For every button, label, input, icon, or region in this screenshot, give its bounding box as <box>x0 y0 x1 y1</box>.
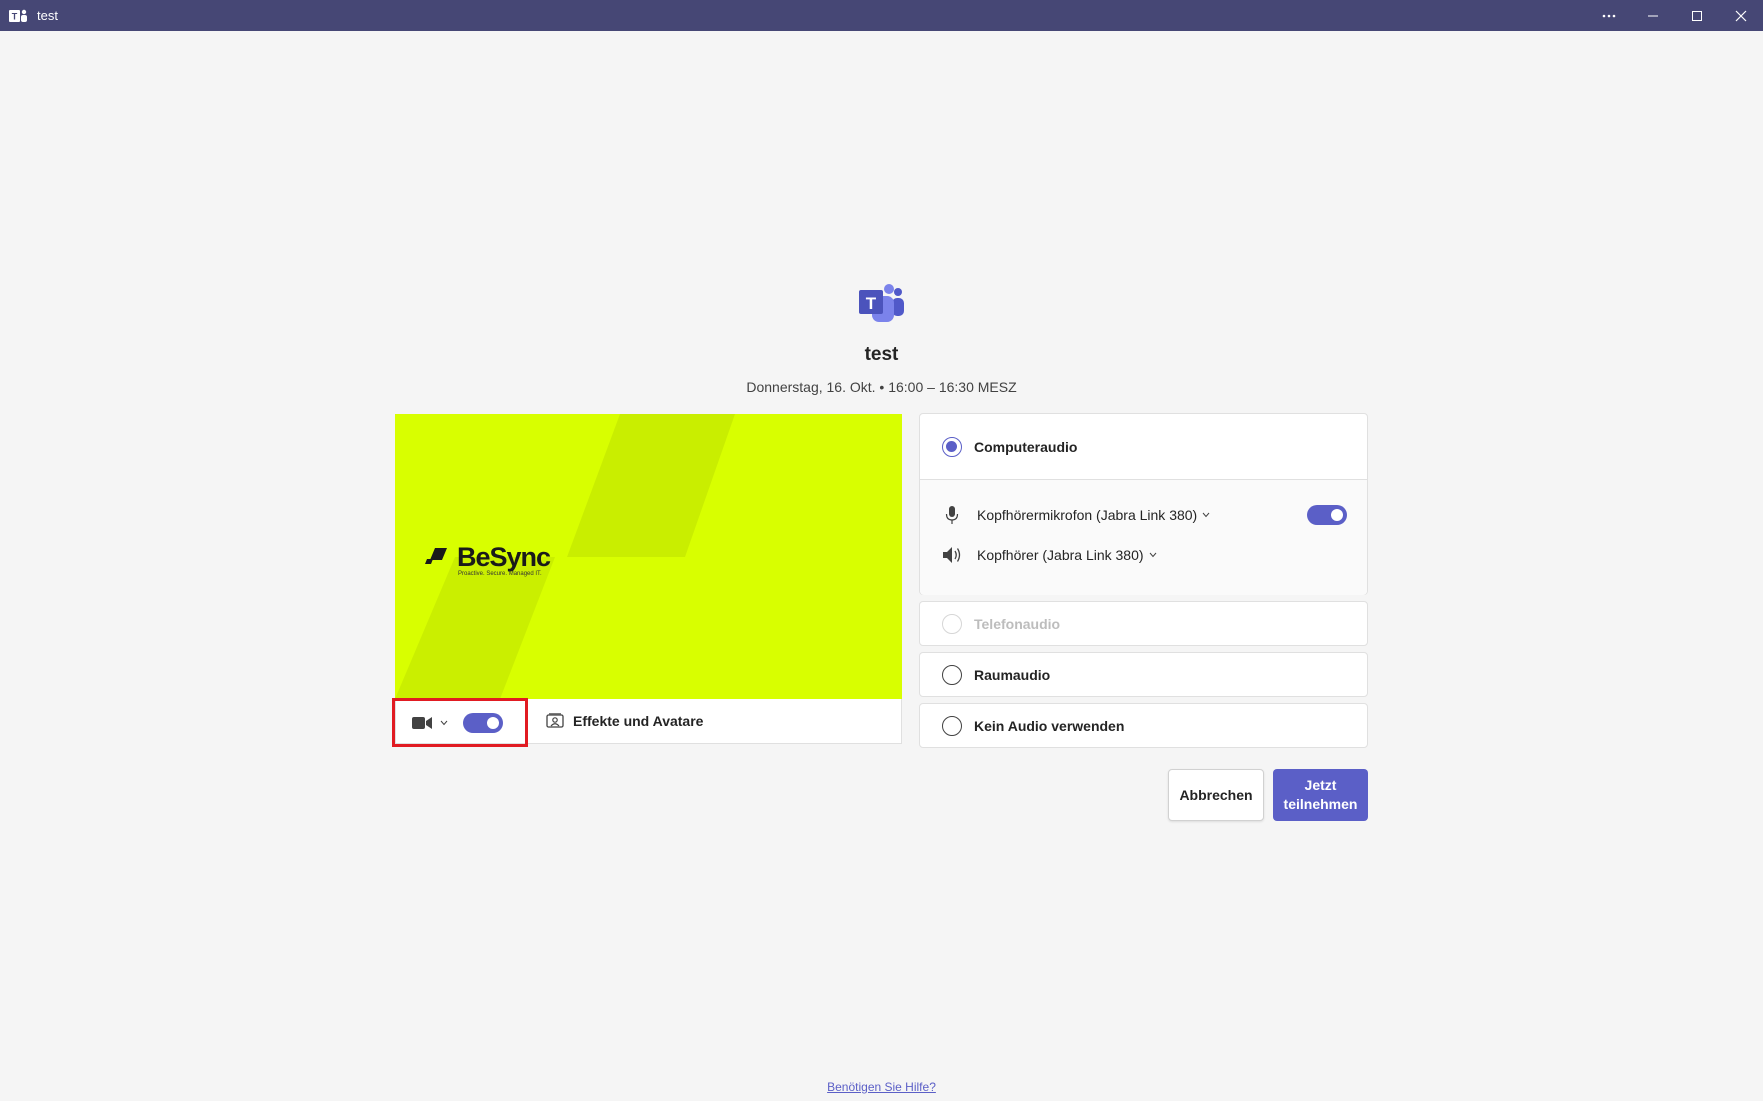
more-icon <box>1602 14 1616 17</box>
camera-toggle[interactable] <box>463 712 503 733</box>
besync-logo-text: BeSync <box>457 542 551 572</box>
teams-logo-icon: T <box>859 284 904 322</box>
computer-audio-option[interactable]: Computeraudio <box>920 414 1367 480</box>
phone-audio-card: Telefonaudio <box>919 601 1368 646</box>
audio-device-settings: Kopfhörermikrofon (Jabra Link 380) Kopfh… <box>920 480 1367 595</box>
room-audio-label: Raumaudio <box>974 666 1051 683</box>
room-audio-radio[interactable] <box>942 664 962 685</box>
phone-audio-label: Telefonaudio <box>974 615 1061 632</box>
maximize-icon <box>1692 10 1702 21</box>
effects-avatars-button[interactable]: Effekte und Avatare <box>546 699 703 743</box>
chevron-down-icon[interactable] <box>440 720 448 726</box>
room-audio-option[interactable]: Raumaudio <box>920 653 1367 696</box>
close-button[interactable] <box>1719 0 1763 31</box>
svg-text:T: T <box>866 294 877 313</box>
video-toolbar: Effekte und Avatare <box>392 698 902 747</box>
help-link[interactable]: Benötigen Sie Hilfe? <box>0 1080 1763 1094</box>
svg-text:T: T <box>12 11 18 21</box>
camera-controls-highlight <box>392 698 528 747</box>
computer-audio-card: Computeraudio Kopfhörermikrofon (Jabra L… <box>919 413 1368 595</box>
no-audio-card: Kein Audio verwenden <box>919 703 1368 748</box>
teams-app-icon: T <box>9 9 27 22</box>
maximize-button[interactable] <box>1675 0 1719 31</box>
title-bar: T test <box>0 0 1763 31</box>
effects-label: Effekte und Avatare <box>573 713 704 729</box>
meeting-datetime: Donnerstag, 16. Okt. • 16:00 – 16:30 MES… <box>746 379 1017 395</box>
besync-logo-mark-icon <box>425 548 447 564</box>
camera-icon[interactable] <box>412 716 432 730</box>
speaker-selector[interactable]: Kopfhörer (Jabra Link 380) <box>942 546 1157 564</box>
close-icon <box>1735 10 1747 21</box>
microphone-selector[interactable]: Kopfhörermikrofon (Jabra Link 380) <box>942 505 1210 525</box>
cancel-button[interactable]: Abbrechen <box>1168 769 1264 821</box>
besync-logo-tagline: Proactive. Secure. Managed IT. <box>458 571 542 577</box>
audio-options-panel: Computeraudio Kopfhörermikrofon (Jabra L… <box>919 413 1368 748</box>
chevron-down-icon <box>1149 552 1156 558</box>
microphone-icon <box>945 506 959 524</box>
microphone-label: Kopfhörermikrofon (Jabra Link 380) <box>977 507 1198 523</box>
minimize-icon <box>1648 15 1658 16</box>
computer-audio-label: Computeraudio <box>974 438 1078 455</box>
window-title: test <box>37 8 58 23</box>
join-now-button[interactable]: Jetzt teilnehmen <box>1273 769 1368 821</box>
meeting-title: test <box>864 344 899 365</box>
more-options-button[interactable] <box>1587 0 1631 31</box>
phone-audio-option: Telefonaudio <box>920 602 1367 645</box>
effects-icon <box>546 713 564 728</box>
microphone-toggle[interactable] <box>1307 505 1347 525</box>
video-preview: BeSync Proactive. Secure. Managed IT. <box>395 414 902 699</box>
no-audio-label: Kein Audio verwenden <box>974 717 1125 734</box>
minimize-button[interactable] <box>1631 0 1675 31</box>
no-audio-option[interactable]: Kein Audio verwenden <box>920 704 1367 747</box>
phone-audio-radio <box>942 613 962 634</box>
speaker-label: Kopfhörer (Jabra Link 380) <box>977 547 1144 563</box>
computer-audio-radio[interactable] <box>942 436 962 457</box>
chevron-down-icon <box>1202 512 1210 518</box>
no-audio-radio[interactable] <box>942 715 962 736</box>
room-audio-card: Raumaudio <box>919 652 1368 697</box>
speaker-icon <box>943 547 961 563</box>
